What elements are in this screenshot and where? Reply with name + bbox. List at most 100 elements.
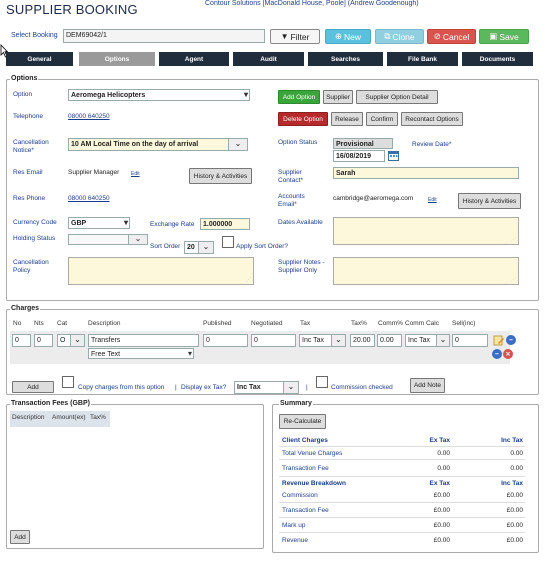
recontact-options-button[interactable]: Recontact Options <box>401 112 463 126</box>
revenue-transaction-fee-inc: £0.00 <box>506 507 523 514</box>
clone-button[interactable]: ⧉ Clone <box>375 29 424 44</box>
calendar-icon[interactable] <box>387 149 399 161</box>
charge-sell-inc-input[interactable]: 0 <box>452 334 488 347</box>
supplier-notes-textarea[interactable]: ⋰ <box>333 257 519 285</box>
transaction-fees-legend: Transaction Fees (GBP) <box>10 400 91 407</box>
client-charges-title: Client Charges <box>282 437 328 444</box>
tab-audit[interactable]: Audit <box>233 52 304 66</box>
tf-col-amount: Amount(ex) <box>52 414 86 421</box>
charges-legend: Charges <box>10 305 41 312</box>
apply-sort-order-checkbox[interactable] <box>222 236 234 248</box>
charge-tax-pct-input[interactable]: 20.00 <box>350 334 375 347</box>
charge-cat-dropdown[interactable]: ⌄ <box>70 334 85 347</box>
copy-charges-checkbox[interactable] <box>62 376 74 388</box>
accounts-email-edit-link[interactable]: Edit <box>428 196 437 204</box>
dates-available-label: Dates Available <box>278 219 323 226</box>
add-option-button[interactable]: Add Option <box>278 90 320 104</box>
holding-status-label: Holding Status <box>13 235 56 242</box>
delete-row-icon[interactable]: ✕ <box>503 349 513 359</box>
revenue-transaction-fee-ex: £0.00 <box>433 507 450 514</box>
cancellation-policy-textarea[interactable]: ⋰ <box>68 257 254 285</box>
col-header-cat: Cat <box>57 320 68 327</box>
separator-bar-2: | <box>306 384 308 391</box>
filter-button[interactable]: ▼ Filter <box>270 29 320 44</box>
total-venue-charges-ex: 0.00 <box>437 450 450 457</box>
cancellation-notice-label: Cancellation Notice* <box>13 139 49 154</box>
accounts-email-label: Accounts Email* <box>278 193 305 208</box>
res-phone-label: Res Phone <box>13 195 46 202</box>
option-status-value: Provisional <box>333 138 393 149</box>
tab-file-bank[interactable]: File Bank <box>387 52 458 66</box>
res-email-value: Supplier Manager <box>68 169 120 176</box>
display-ex-tax-label: Display ex Tax? <box>181 384 227 391</box>
tab-general[interactable]: General <box>6 52 73 66</box>
commission-inc: £0.00 <box>506 492 523 499</box>
charge-description-type-select[interactable]: Free Text <box>88 348 194 359</box>
exchange-rate-input[interactable]: 1.000000 <box>200 218 250 230</box>
history-activities-button-2[interactable]: History & Activities <box>458 193 521 209</box>
save-button[interactable]: ▣ Save <box>479 29 529 44</box>
add-transaction-fee-button[interactable]: Add <box>10 530 30 544</box>
history-activities-button-1[interactable]: History & Activities <box>189 168 252 184</box>
currency-code-label: Currency Code <box>13 219 57 226</box>
supplier-contact-input[interactable]: Sarah <box>333 167 519 179</box>
dates-available-textarea[interactable]: ⋰ <box>333 217 519 245</box>
charge-published-input[interactable]: 0 <box>203 334 248 347</box>
tab-options[interactable]: Options <box>79 52 155 66</box>
col-header-tax: Tax <box>300 320 311 327</box>
res-email-edit-link[interactable]: Edit <box>131 170 140 178</box>
sort-order-dropdown[interactable]: ⌄ <box>198 241 214 254</box>
new-button[interactable]: ⊕ New <box>325 29 371 44</box>
res-phone-link[interactable]: 08000 640250 <box>68 195 110 203</box>
mark-up-label: Mark up <box>282 522 306 529</box>
charge-no-input[interactable]: 0 <box>12 334 31 347</box>
recalculate-button[interactable]: Re-Calculate <box>279 414 326 429</box>
telephone-link[interactable]: 08000 640250 <box>68 113 110 121</box>
add-charge-button[interactable]: Add <box>12 381 54 393</box>
option-status-label: Option Status <box>278 139 318 146</box>
col-header-comm-calc: Comm Calc <box>405 320 439 327</box>
tab-agent[interactable]: Agent <box>159 52 229 66</box>
copy-icon: ⧉ <box>384 31 391 41</box>
edit-note-icon[interactable] <box>492 334 504 346</box>
cancellation-notice-dropdown[interactable]: ⌄ <box>228 138 248 151</box>
summary-legend: Summary <box>279 400 313 407</box>
summary-divider <box>279 532 525 533</box>
charge-nts-input[interactable]: 0 <box>34 334 53 347</box>
cancel-button[interactable]: ⊘ Cancel <box>427 29 476 44</box>
commission-ex: £0.00 <box>433 492 450 499</box>
supplier-button[interactable]: Supplier <box>323 90 353 104</box>
confirm-button[interactable]: Confirm <box>366 112 398 126</box>
collapse-circle-icon[interactable]: – <box>492 349 502 359</box>
currency-code-select[interactable]: GBP <box>68 217 130 229</box>
holding-status-dropdown[interactable]: ⌄ <box>128 234 148 245</box>
charge-negotiated-input[interactable]: 0 <box>251 334 296 347</box>
accounts-email-value: cambridge@aeromega.com <box>333 195 414 202</box>
tab-searches[interactable]: Searches <box>308 52 383 66</box>
revenue-breakdown-title: Revenue Breakdown <box>282 480 346 487</box>
tf-col-tax-pct: Tax% <box>90 414 106 421</box>
summary-divider <box>279 446 525 447</box>
display-ex-tax-dropdown[interactable]: ⌄ <box>283 381 299 394</box>
charge-comm-pct-input[interactable]: 0.00 <box>377 334 402 347</box>
charge-comm-calc-dropdown[interactable]: ⌄ <box>436 334 450 347</box>
delete-option-button[interactable]: Delete Option <box>278 112 328 126</box>
col-header-nts: Nts <box>34 320 44 327</box>
plus-circle-icon: ⊕ <box>334 31 343 41</box>
supplier-option-detail-button[interactable]: Supplier Option Detail <box>356 90 438 104</box>
add-note-button[interactable]: Add Note <box>410 378 445 393</box>
expand-circle-icon[interactable]: – <box>506 335 516 345</box>
option-select[interactable]: Aeromega Helicopters <box>68 89 250 101</box>
commission-checked-checkbox[interactable] <box>316 376 328 388</box>
release-button[interactable]: Release <box>331 112 363 126</box>
resize-grip-icon: ⋰ <box>511 277 516 283</box>
revenue-inc: £0.00 <box>506 537 523 544</box>
booking-select-input[interactable]: DEM69042/1 <box>63 29 265 43</box>
col-header-no: No <box>13 320 22 327</box>
tab-documents[interactable]: Documents <box>462 52 533 66</box>
cancellation-notice-select[interactable]: 10 AM Local Time on the day of arrival <box>68 138 248 151</box>
charge-tax-dropdown[interactable]: ⌄ <box>331 334 346 347</box>
option-date-input[interactable]: 16/08/2019 <box>333 150 385 162</box>
charge-description-input[interactable]: Transfers <box>88 334 199 347</box>
revenue-ex: £0.00 <box>433 537 450 544</box>
